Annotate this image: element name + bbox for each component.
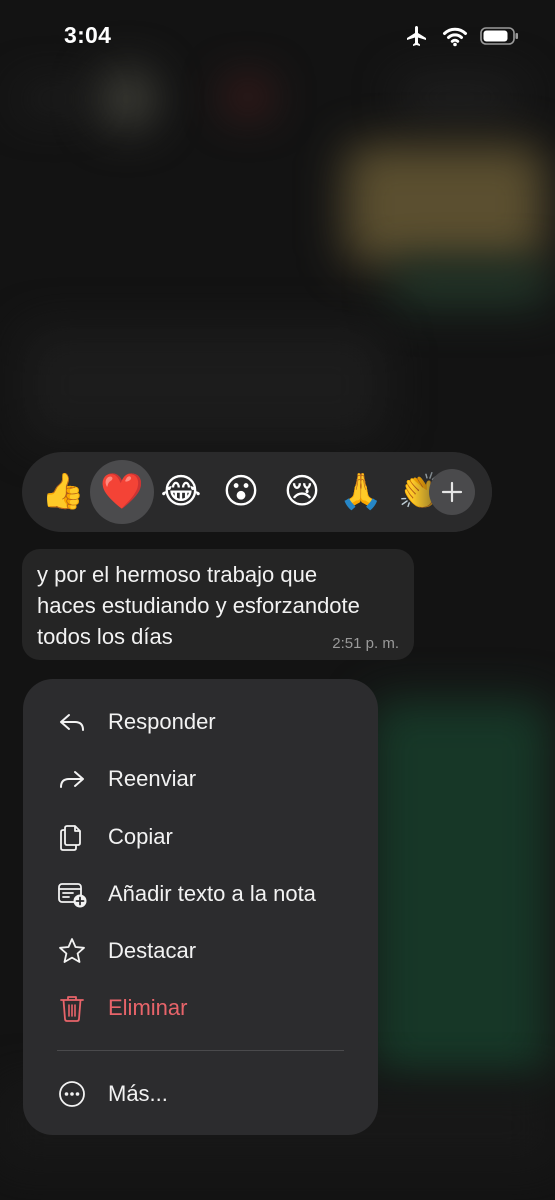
thumbs-up-emoji: 👍: [41, 471, 85, 512]
status-icons: [404, 24, 520, 48]
message-timestamp: 2:51 p. m.: [332, 635, 399, 652]
menu-item-delete[interactable]: Eliminar: [23, 981, 378, 1033]
copy-icon: [60, 825, 81, 851]
plus-icon: [441, 481, 463, 503]
reply-icon: [60, 714, 84, 731]
wifi-icon: [443, 27, 467, 47]
menu-item-more[interactable]: Más...: [23, 1067, 378, 1119]
context-menu: Responder Reenviar Copiar Añadir texto a…: [23, 679, 378, 1135]
menu-divider: [57, 1050, 344, 1051]
menu-item-add-note-label: Añadir texto a la nota: [108, 881, 316, 906]
menu-item-star-label: Destacar: [108, 938, 197, 963]
airplane-icon: [407, 26, 426, 46]
menu-item-copy[interactable]: Copiar: [23, 810, 378, 862]
add-note-icon: [58, 883, 87, 908]
menu-item-delete-label: Eliminar: [108, 995, 188, 1020]
message-line: y por el hermoso trabajo que: [37, 562, 318, 587]
menu-item-forward[interactable]: Reenviar: [23, 752, 378, 804]
message-line: haces estudiando y esforzandote: [37, 593, 360, 618]
star-icon: [59, 938, 85, 963]
menu-item-reply-label: Responder: [108, 709, 216, 734]
menu-item-copy-label: Copiar: [108, 824, 173, 849]
folded-hands-emoji: 🙏: [339, 471, 383, 512]
menu-item-forward-label: Reenviar: [108, 766, 197, 791]
more-reactions-button[interactable]: [429, 469, 475, 515]
trash-icon: [60, 996, 84, 1022]
battery-icon: [480, 27, 518, 45]
tears-of-joy-emoji: 😂: [160, 471, 202, 512]
reaction-thumbs-up[interactable]: 👍: [31, 460, 95, 524]
menu-item-more-label: Más...: [108, 1081, 168, 1106]
reaction-crying[interactable]: 😢: [270, 460, 334, 524]
reaction-red-heart[interactable]: ❤️: [90, 460, 154, 524]
menu-item-add-note[interactable]: Añadir texto a la nota: [23, 867, 378, 919]
menu-item-star[interactable]: Destacar: [23, 924, 378, 976]
message-bubble[interactable]: y por el hermoso trabajo que haces estud…: [22, 549, 414, 660]
more-icon: [59, 1081, 85, 1107]
menu-item-reply[interactable]: Responder: [23, 695, 378, 747]
reaction-tears-of-joy[interactable]: 😂: [149, 460, 213, 524]
reaction-bar: 👍 ❤️ 😂 😮 😢 🙏 👏: [22, 452, 492, 532]
surprised-emoji: 😮: [222, 471, 260, 512]
crying-emoji: 😢: [283, 471, 321, 512]
red-heart-emoji: ❤️: [100, 471, 144, 512]
forward-icon: [60, 771, 84, 788]
status-time: 3:04: [64, 22, 112, 48]
reaction-surprised[interactable]: 😮: [209, 460, 273, 524]
reaction-folded-hands[interactable]: 🙏: [329, 460, 393, 524]
